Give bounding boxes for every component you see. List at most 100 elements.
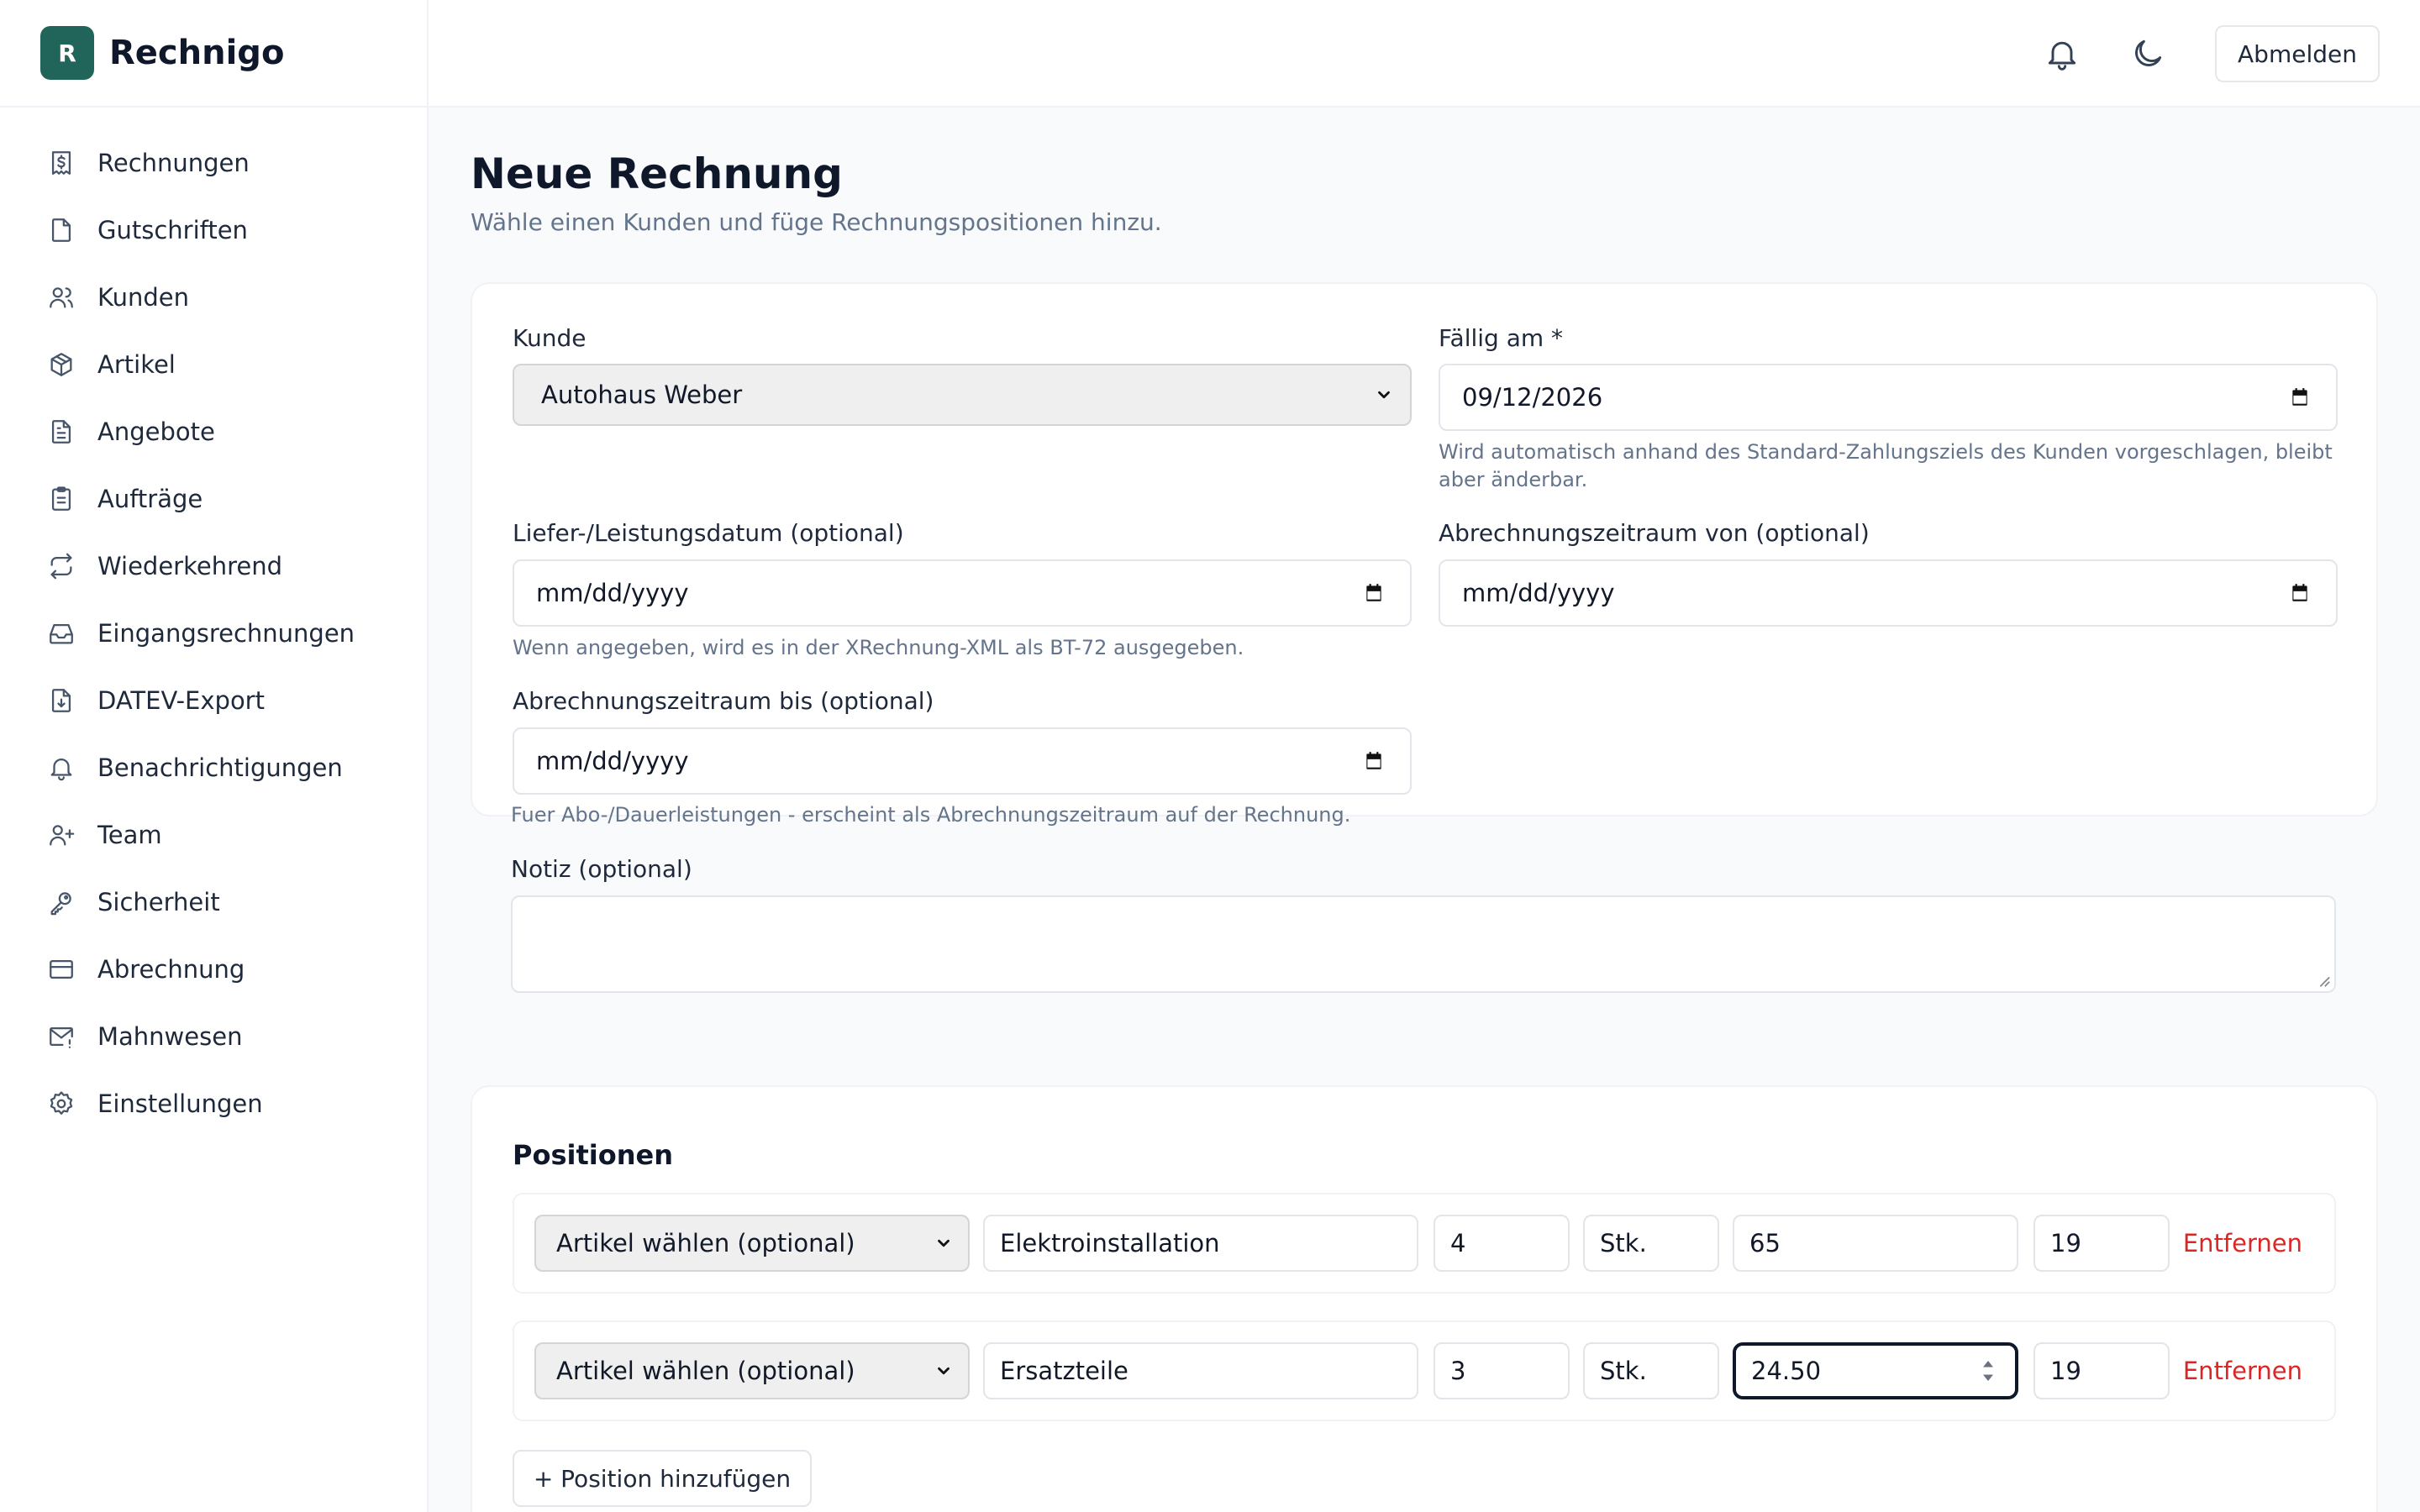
spinner-arrows-icon[interactable] [1981,1358,1995,1383]
page-subtitle: Wähle einen Kunden und füge Rechnungspos… [471,208,1162,236]
period-from-placeholder: mm/dd/yyyy [1462,579,1615,607]
quantity-value: 4 [1450,1229,1466,1257]
due-date-help: Wird automatisch anhand des Standard-Zah… [1439,440,2333,491]
sidebar-item-label: Aufträge [97,485,203,513]
sidebar-item-artikel[interactable]: Artikel [0,331,427,398]
unit-input[interactable]: Stk. [1583,1342,1719,1399]
sidebar-item-label: Gutschriften [97,216,248,244]
sidebar-item-eingangsrechnungen[interactable]: Eingangsrechnungen [0,600,427,667]
sidebar-item-label: Einstellungen [97,1089,263,1118]
add-position-button[interactable]: + Position hinzufügen [513,1450,812,1507]
sidebar-item-label: Team [97,821,162,849]
positions-title: Positionen [513,1139,673,1171]
period-to-input[interactable]: mm/dd/yyyy [513,727,1412,795]
sidebar: R Rechnigo Rechnungen Gutschriften Kunde… [0,0,429,1512]
user-plus-icon [50,825,75,846]
quantity-input[interactable]: 3 [1434,1342,1570,1399]
sidebar-item-label: Eingangsrechnungen [97,619,355,648]
notifications-bell-icon[interactable] [2044,35,2081,72]
period-from-label: Abrechnungszeitraum von (optional) [1439,519,1870,547]
description-input[interactable]: Elektroinstallation [983,1215,1418,1272]
tax-input[interactable]: 19 [2033,1342,2170,1399]
due-date-label: Fällig am * [1439,324,1564,352]
calendar-icon[interactable] [2289,582,2311,604]
article-select[interactable]: Artikel wählen (optional) [534,1215,970,1272]
delivery-date-placeholder: mm/dd/yyyy [536,579,689,607]
sidebar-item-wiederkehrend[interactable]: Wiederkehrend [0,533,427,600]
quantity-input[interactable]: 4 [1434,1215,1570,1272]
top-header: Abmelden [429,0,2420,108]
chevron-down-icon [1378,391,1390,399]
resize-grip-icon[interactable] [2316,973,2331,988]
file-download-icon [51,689,71,712]
credit-card-icon [50,959,73,979]
sidebar-item-kunden[interactable]: Kunden [0,264,427,331]
delivery-date-input[interactable]: mm/dd/yyyy [513,559,1412,627]
sidebar-item-angebote[interactable]: Angebote [0,398,427,465]
brand-logo[interactable]: R [40,26,94,80]
description-input[interactable]: Ersatzteile [983,1342,1418,1399]
period-from-input[interactable]: mm/dd/yyyy [1439,559,2338,627]
key-icon [50,892,71,916]
article-select-value: Artikel wählen (optional) [556,1229,855,1257]
file-text-icon [51,420,71,444]
mail-alert-icon [50,1026,73,1048]
sidebar-item-datev-export[interactable]: DATEV-Export [0,667,427,734]
sidebar-item-abrechnung[interactable]: Abrechnung [0,936,427,1003]
bell-icon [50,759,72,781]
sidebar-item-label: Angebote [97,417,215,446]
sidebar-nav: Rechnungen Gutschriften Kunden Artikel A… [0,108,427,1137]
sidebar-item-label: Abrechnung [97,955,245,984]
logout-button[interactable]: Abmelden [2215,25,2380,82]
period-to-label: Abrechnungszeitraum bis (optional) [513,687,934,715]
remove-position-button[interactable]: Entfernen [2183,1194,2302,1292]
repeat-icon [50,553,72,580]
sidebar-item-label: Mahnwesen [97,1022,243,1051]
sidebar-item-label: Rechnungen [97,149,250,177]
package-icon [50,353,72,376]
unit-value: Stk. [1600,1229,1647,1257]
sidebar-item-label: Sicherheit [97,888,220,916]
sidebar-item-label: Wiederkehrend [97,552,283,580]
sidebar-item-rechnungen[interactable]: Rechnungen [0,129,427,197]
price-input[interactable]: 65 [1733,1215,2018,1272]
sidebar-item-label: DATEV-Export [97,686,265,715]
invoice-details-card: Kunde Autohaus Weber Fällig am * 09/12/2… [471,282,2378,816]
price-value: 65 [1749,1229,1781,1257]
sidebar-item-benachrichtigungen[interactable]: Benachrichtigungen [0,734,427,801]
note-label: Notiz (optional) [511,855,692,883]
price-input[interactable]: 24.50 [1733,1342,2018,1399]
note-textarea[interactable] [511,895,2336,993]
position-row: Artikel wählen (optional) Ersatzteile 3 … [513,1320,2336,1421]
sidebar-item-gutschriften[interactable]: Gutschriften [0,197,427,264]
description-value: Elektroinstallation [1000,1229,1220,1257]
sidebar-item-auftraege[interactable]: Aufträge [0,465,427,533]
sidebar-item-label: Kunden [97,283,189,312]
calendar-icon[interactable] [1363,750,1385,772]
unit-input[interactable]: Stk. [1583,1215,1719,1272]
customer-label: Kunde [513,324,587,352]
delivery-date-help: Wenn angegeben, wird es in der XRechnung… [513,636,1244,659]
unit-value: Stk. [1600,1357,1647,1385]
article-select[interactable]: Artikel wählen (optional) [534,1342,970,1399]
brand-name[interactable]: Rechnigo [109,34,284,72]
tax-input[interactable]: 19 [2033,1215,2170,1272]
calendar-icon[interactable] [2289,386,2311,408]
delivery-date-label: Liefer-/Leistungsdatum (optional) [513,519,904,547]
sidebar-item-einstellungen[interactable]: Einstellungen [0,1070,427,1137]
dark-mode-moon-icon[interactable] [2129,35,2166,72]
remove-position-button[interactable]: Entfernen [2183,1322,2302,1420]
due-date-input[interactable]: 09/12/2026 [1439,364,2338,431]
sidebar-item-sicherheit[interactable]: Sicherheit [0,869,427,936]
tax-value: 19 [2050,1229,2081,1257]
sidebar-item-mahnwesen[interactable]: Mahnwesen [0,1003,427,1070]
customer-select[interactable]: Autohaus Weber [513,364,1412,426]
sidebar-item-label: Benachrichtigungen [97,753,343,782]
gear-icon [50,1091,73,1115]
sidebar-item-team[interactable]: Team [0,801,427,869]
sidebar-item-label: Artikel [97,350,176,379]
chevron-down-icon [938,1239,950,1247]
positions-card: Positionen Artikel wählen (optional) Ele… [471,1085,2378,1512]
price-value: 24.50 [1751,1357,1822,1385]
calendar-icon[interactable] [1363,582,1385,604]
